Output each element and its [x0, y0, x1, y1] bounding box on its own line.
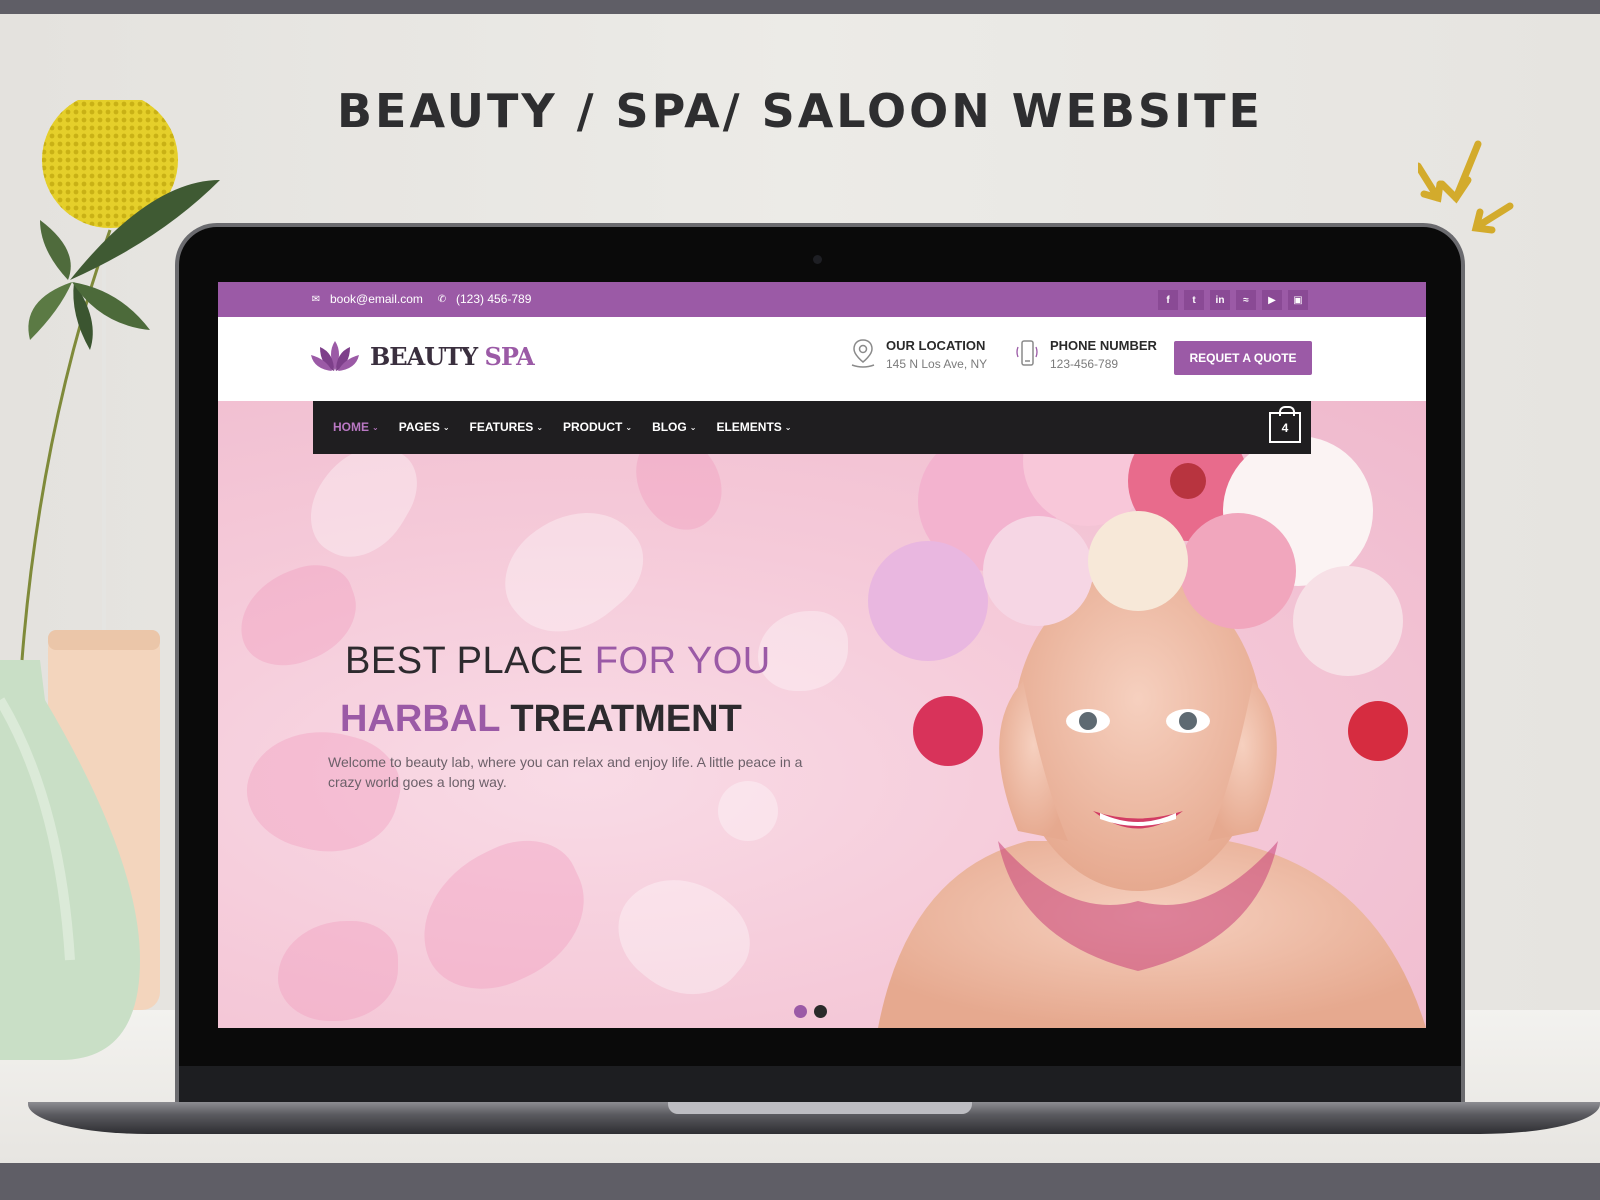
- linkedin-icon[interactable]: in: [1210, 290, 1230, 310]
- topbar-phone[interactable]: ✆ (123) 456-789: [436, 292, 532, 306]
- site-topbar: ✉ book@email.com ✆ (123) 456-789 f t in …: [218, 282, 1426, 317]
- phone-info: PHONE NUMBER 123-456-789: [1014, 338, 1157, 371]
- hero-petal: [398, 821, 608, 1011]
- twitter-icon[interactable]: t: [1184, 290, 1204, 310]
- hero-heading-line1: BEST PLACE FOR YOU: [345, 640, 771, 683]
- chevron-down-icon: ⌄: [442, 422, 450, 432]
- location-title: OUR LOCATION: [886, 338, 986, 353]
- lotus-icon: [311, 341, 359, 371]
- hero-line2-plain: TREATMENT: [510, 698, 742, 740]
- phone-icon: ✆: [437, 293, 447, 305]
- hero-description: Welcome to beauty lab, where you can rel…: [328, 754, 803, 790]
- site-logo[interactable]: BEAUTY SPA: [310, 339, 535, 373]
- laptop-notch: [668, 1102, 972, 1114]
- instagram-icon[interactable]: ▣: [1288, 290, 1308, 310]
- hero-petal: [758, 611, 848, 691]
- topbar-phone-text: (123) 456-789: [456, 292, 532, 306]
- hero-petal: [597, 852, 769, 1020]
- website-screen: ✉ book@email.com ✆ (123) 456-789 f t in …: [218, 282, 1426, 1028]
- logo-word-beauty: BEAUTY: [370, 341, 478, 371]
- nav-pages-label: PAGES: [398, 420, 440, 434]
- youtube-icon[interactable]: ▶: [1262, 290, 1282, 310]
- laptop-chin: [179, 1066, 1461, 1104]
- chevron-down-icon: ⌄: [372, 422, 379, 432]
- hero-petal: [484, 483, 662, 659]
- shopping-bag-icon[interactable]: 4: [1269, 406, 1301, 443]
- site-header: BEAUTY SPA OUR LOCATION 145 N Los Ave, N…: [218, 317, 1426, 401]
- mockup-title: BEAUTY / SPA/ SALOON WEBSITE: [337, 84, 1263, 138]
- envelope-icon: ✉: [311, 293, 321, 305]
- top-frame-bar: [0, 0, 1600, 14]
- phone-value: 123-456-789: [1050, 357, 1119, 371]
- slider-dots: [794, 1005, 827, 1018]
- slider-dot-2[interactable]: [814, 1005, 827, 1018]
- nav-blog-label: BLOG: [652, 420, 687, 434]
- phone-title: PHONE NUMBER: [1050, 338, 1157, 353]
- logo-word-spa: SPA: [484, 341, 534, 371]
- nav-product-label: PRODUCT: [563, 420, 623, 434]
- nav-features-label: FEATURES: [469, 420, 534, 434]
- nav-blog[interactable]: BLOG ⌄: [652, 420, 696, 434]
- mobile-phone-icon: [1016, 340, 1038, 366]
- hero-line1-plain: BEST PLACE: [345, 640, 584, 682]
- topbar-email-text: book@email.com: [330, 292, 423, 306]
- facebook-icon[interactable]: f: [1158, 290, 1178, 310]
- nav-features[interactable]: FEATURES ⌄: [470, 420, 543, 434]
- chevron-down-icon: ⌄: [689, 422, 697, 432]
- chevron-down-icon: ⌄: [784, 422, 792, 432]
- topbar-email[interactable]: ✉ book@email.com: [310, 292, 423, 306]
- cart-count: 4: [1281, 420, 1289, 435]
- hero-petal: [278, 921, 398, 1021]
- hero-line1-accent: FOR YOU: [594, 640, 771, 682]
- hero-model-image: [868, 401, 1426, 1028]
- rss-icon[interactable]: ≈: [1236, 290, 1256, 310]
- chevron-down-icon: ⌄: [536, 422, 544, 432]
- map-pin-icon: [851, 339, 875, 368]
- social-links: f t in ≈ ▶ ▣: [1158, 290, 1308, 310]
- nav-elements-label: ELEMENTS: [716, 420, 782, 434]
- hero-heading-line2: HARBAL TREATMENT: [340, 698, 742, 741]
- nav-elements[interactable]: ELEMENTS ⌄: [716, 420, 791, 434]
- location-value: 145 N Los Ave, NY: [886, 357, 988, 371]
- location-info: OUR LOCATION 145 N Los Ave, NY: [850, 338, 987, 371]
- hero-line2-accent: HARBAL: [340, 698, 500, 740]
- chevron-down-icon: ⌄: [625, 422, 633, 432]
- bottom-frame-bar: [0, 1163, 1600, 1200]
- main-nav: HOME ⌄ PAGES ⌄ FEATURES ⌄ PRODUCT ⌄ BLOG ⌄ EL…: [313, 401, 1311, 454]
- nav-product[interactable]: PRODUCT ⌄: [563, 420, 632, 434]
- nav-home[interactable]: HOME ⌄: [333, 420, 379, 434]
- slider-dot-1[interactable]: [794, 1005, 807, 1018]
- logo-text: BEAUTY SPA: [370, 341, 535, 371]
- nav-home-label: HOME: [333, 420, 369, 434]
- laptop-camera: [813, 255, 822, 264]
- nav-pages[interactable]: PAGES ⌄: [399, 420, 450, 434]
- request-quote-button[interactable]: REQUET A QUOTE: [1174, 341, 1312, 375]
